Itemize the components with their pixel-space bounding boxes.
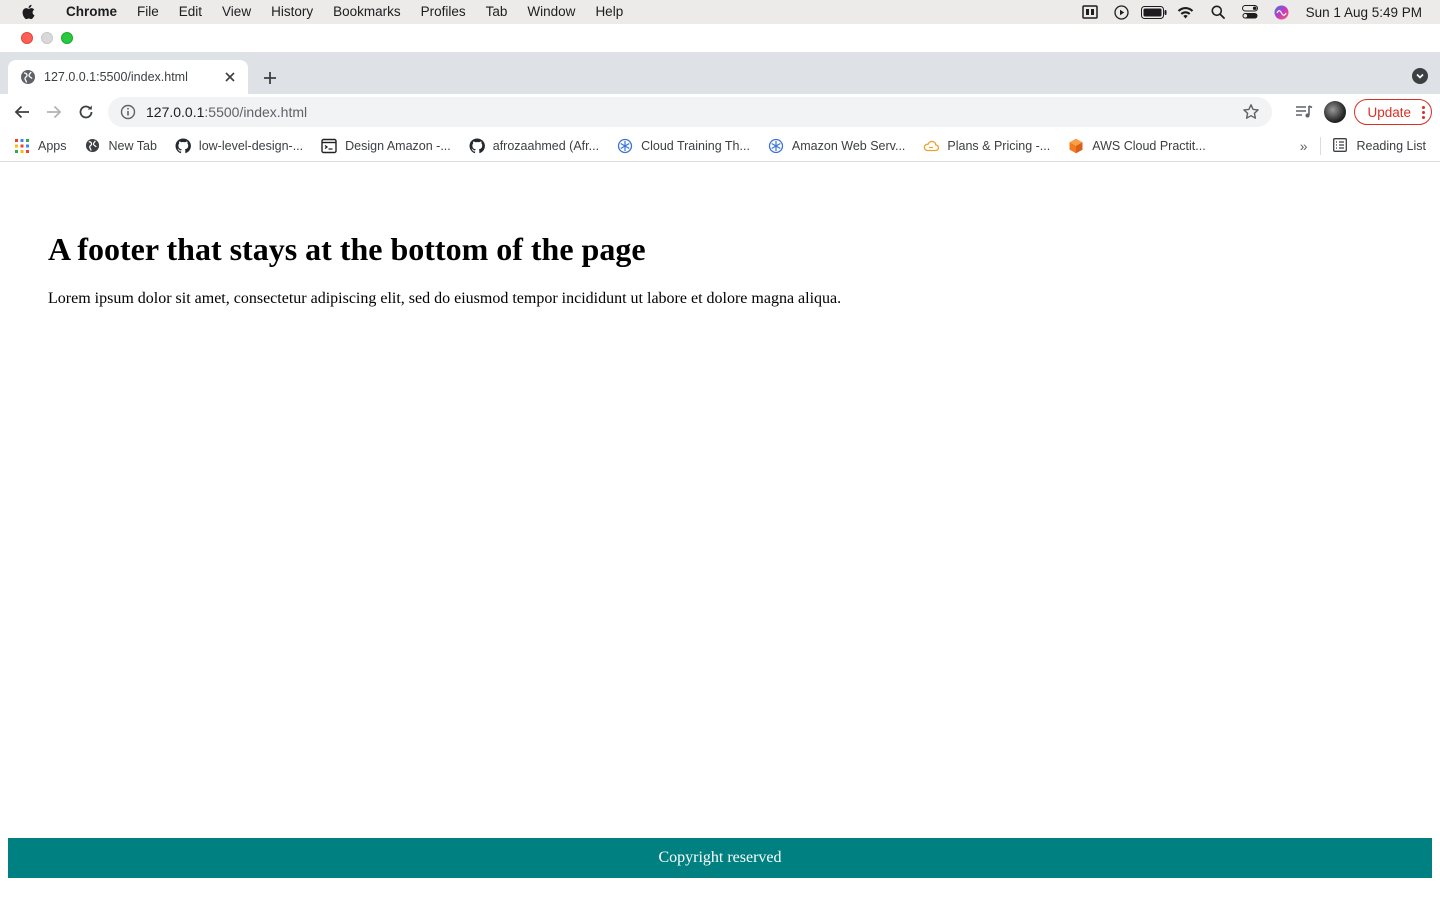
apple-menu-icon[interactable] xyxy=(0,4,56,20)
bookmark-label: Cloud Training Th... xyxy=(641,138,750,153)
update-button[interactable]: Update xyxy=(1354,99,1432,125)
apps-grid-icon xyxy=(14,138,30,154)
github-icon xyxy=(175,137,191,154)
menu-history[interactable]: History xyxy=(261,0,323,24)
new-tab-button[interactable] xyxy=(258,66,282,90)
reading-list-label: Reading List xyxy=(1356,139,1427,153)
spotlight-search-icon[interactable] xyxy=(1202,0,1234,24)
bookmarks-right-group: » Reading List xyxy=(1300,130,1426,162)
reload-button[interactable] xyxy=(70,96,102,128)
site-info-icon[interactable] xyxy=(120,104,136,120)
tab-strip: 127.0.0.1:5500/index.html xyxy=(0,52,1440,94)
bookmark-label: Plans & Pricing -... xyxy=(947,138,1051,153)
cloud-outline-icon xyxy=(923,138,940,154)
battery-icon[interactable] xyxy=(1138,0,1170,24)
status-area: Sun 1 Aug 5:49 PM xyxy=(1074,0,1440,24)
menu-app-name[interactable]: Chrome xyxy=(56,0,127,24)
chevron-down-icon xyxy=(1416,73,1424,79)
page-heading: A footer that stays at the bottom of the… xyxy=(48,231,646,267)
screen-record-icon[interactable] xyxy=(1074,0,1106,24)
url-host: 127.0.0.1 xyxy=(146,104,205,120)
bookmark-afrozaahmed[interactable]: afrozaahmed (Afr... xyxy=(469,137,600,154)
reload-icon xyxy=(79,105,93,119)
menu-edit[interactable]: Edit xyxy=(169,0,212,24)
bookmark-label: Design Amazon -... xyxy=(345,138,451,153)
bookmark-label: AWS Cloud Practit... xyxy=(1092,138,1206,153)
url-text[interactable]: 127.0.0.1:5500/index.html xyxy=(146,104,1242,120)
menu-clock[interactable]: Sun 1 Aug 5:49 PM xyxy=(1298,5,1440,20)
bookmark-label: New Tab xyxy=(108,138,157,153)
globe-icon xyxy=(20,69,36,85)
close-window-button[interactable] xyxy=(21,32,33,44)
bookmarks-overflow-button[interactable]: » xyxy=(1300,138,1308,154)
profile-avatar[interactable] xyxy=(1324,101,1347,123)
bookmark-plans-pricing[interactable]: Plans & Pricing -... xyxy=(923,138,1050,154)
update-label: Update xyxy=(1367,104,1411,120)
reading-list-button[interactable]: Reading List xyxy=(1332,138,1427,154)
play-circle-icon[interactable] xyxy=(1106,0,1138,24)
bookmark-cloud-training[interactable]: Cloud Training Th... xyxy=(617,138,750,154)
browser-tab-active[interactable]: 127.0.0.1:5500/index.html xyxy=(8,60,248,94)
forward-button[interactable] xyxy=(38,96,70,128)
address-bar[interactable]: 127.0.0.1:5500/index.html xyxy=(108,97,1272,127)
menu-window[interactable]: Window xyxy=(517,0,585,24)
media-controls-icon[interactable] xyxy=(1290,98,1318,126)
menu-tab[interactable]: Tab xyxy=(476,0,518,24)
bookmark-label: Amazon Web Serv... xyxy=(791,138,906,153)
page-footer: Copyright reserved xyxy=(8,838,1432,878)
bookmark-label: afrozaahmed (Afr... xyxy=(492,138,600,153)
browser-toolbar: 127.0.0.1:5500/index.html Update xyxy=(0,94,1440,130)
bookmark-low-level-design[interactable]: low-level-design-... xyxy=(175,137,304,154)
reading-list-icon xyxy=(1332,138,1349,154)
siri-icon[interactable] xyxy=(1266,0,1298,24)
bookmarks-bar: Apps New Tab low-level-design-... Design… xyxy=(0,130,1440,162)
bookmarks-divider xyxy=(1319,137,1321,155)
page-paragraph: Lorem ipsum dolor sit amet, consectetur … xyxy=(48,290,842,307)
back-button[interactable] xyxy=(6,96,38,128)
menu-profiles[interactable]: Profiles xyxy=(411,0,476,24)
menu-bookmarks[interactable]: Bookmarks xyxy=(323,0,411,24)
bookmark-apps[interactable]: Apps xyxy=(14,138,67,154)
toolbar-right-group: Update xyxy=(1290,96,1432,128)
more-vert-icon xyxy=(1421,105,1425,119)
arrow-back-icon xyxy=(14,105,29,119)
bookmark-aws-cloud-practitioner[interactable]: AWS Cloud Practit... xyxy=(1068,138,1206,154)
control-center-icon[interactable] xyxy=(1234,0,1266,24)
terminal-page-icon xyxy=(321,138,337,154)
bookmark-design-amazon[interactable]: Design Amazon -... xyxy=(321,138,451,154)
arrow-forward-icon xyxy=(47,105,62,119)
bookmark-star-icon[interactable] xyxy=(1242,103,1260,121)
window-title-strip xyxy=(0,24,1440,52)
menu-view[interactable]: View xyxy=(212,0,261,24)
tab-search-button[interactable] xyxy=(1412,68,1428,84)
minimize-window-button[interactable] xyxy=(41,32,53,44)
url-path: :5500/index.html xyxy=(204,104,308,120)
plus-icon xyxy=(264,72,276,84)
page-viewport: A footer that stays at the bottom of the… xyxy=(0,163,1440,900)
globe-icon xyxy=(85,138,101,154)
bookmark-label: low-level-design-... xyxy=(198,138,304,153)
close-tab-icon[interactable] xyxy=(222,69,238,85)
cloud-snowflake-icon xyxy=(768,138,784,154)
bookmark-new-tab[interactable]: New Tab xyxy=(85,138,157,154)
aws-cube-icon xyxy=(1068,138,1084,154)
bookmark-label: Apps xyxy=(38,138,67,153)
cloud-snowflake-icon xyxy=(617,138,633,154)
menu-help[interactable]: Help xyxy=(585,0,633,24)
bookmark-amazon-web-services[interactable]: Amazon Web Serv... xyxy=(768,138,905,154)
menu-file[interactable]: File xyxy=(127,0,169,24)
github-icon xyxy=(469,137,485,154)
macos-menu-bar: Chrome File Edit View History Bookmarks … xyxy=(0,0,1440,24)
wifi-icon[interactable] xyxy=(1170,0,1202,24)
tab-title: 127.0.0.1:5500/index.html xyxy=(44,70,188,84)
zoom-window-button[interactable] xyxy=(61,32,73,44)
footer-text: Copyright reserved xyxy=(658,849,782,866)
